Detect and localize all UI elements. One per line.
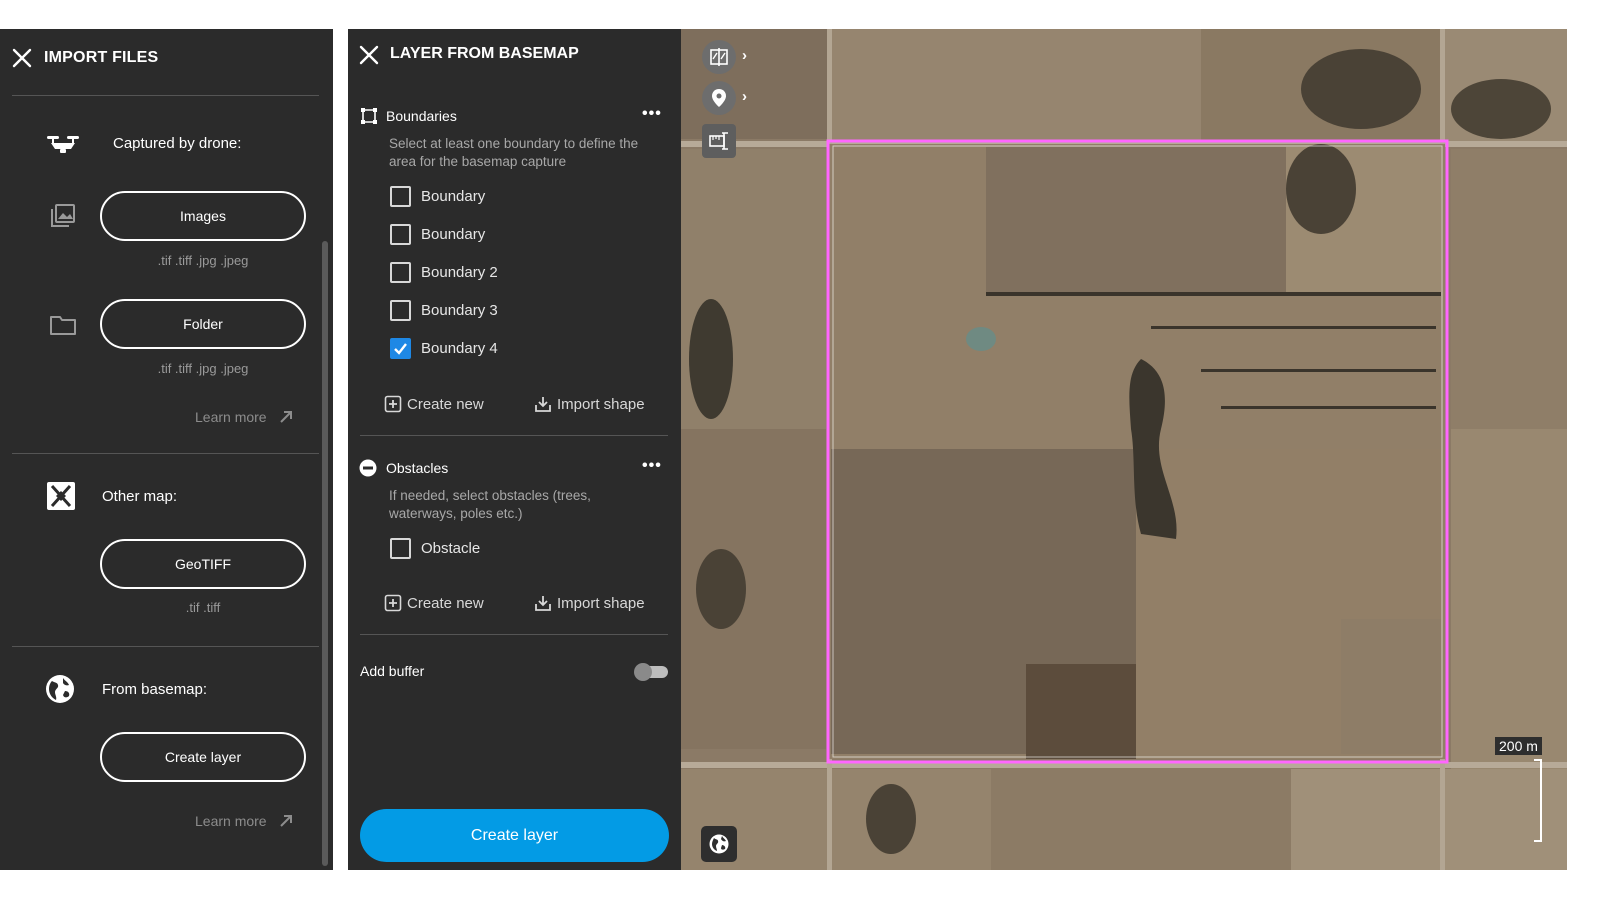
- boundary-checkbox-row[interactable]: Boundary 4: [390, 337, 498, 359]
- globe-icon: [46, 675, 74, 703]
- learn-more-label: Learn more: [195, 409, 267, 425]
- import-icon: [535, 596, 551, 611]
- chevron-right-icon[interactable]: ›: [742, 47, 747, 64]
- divider: [360, 634, 668, 635]
- checkbox[interactable]: [390, 537, 411, 559]
- from-basemap-label: From basemap:: [102, 681, 208, 698]
- add-box-icon: [384, 594, 402, 612]
- create-new-label: Create new: [407, 594, 484, 612]
- toggle-knob: [634, 663, 652, 681]
- add-buffer-label: Add buffer: [360, 663, 425, 679]
- add-box-icon: [384, 395, 402, 413]
- import-shape-boundary-button[interactable]: Import shape: [534, 395, 645, 413]
- drone-icon: [47, 136, 79, 153]
- boundary-checkbox-row[interactable]: Boundary: [390, 185, 485, 207]
- folder-extensions: .tif .tiff .jpg .jpeg: [157, 361, 249, 376]
- checkbox[interactable]: [390, 223, 411, 245]
- other-map-label: Other map:: [102, 488, 178, 505]
- divider: [12, 95, 319, 96]
- compare-view-button[interactable]: [702, 40, 736, 74]
- import-shape-label: Import shape: [557, 395, 645, 413]
- import-files-title: IMPORT FILES: [44, 49, 159, 66]
- import-icon: [535, 397, 551, 412]
- folder-icon: [50, 316, 76, 335]
- boundary-label: Boundary: [421, 225, 486, 243]
- boundaries-title: Boundaries: [386, 108, 457, 124]
- boundary-label: Boundary: [421, 187, 486, 205]
- boundaries-more-icon[interactable]: •••: [642, 105, 662, 123]
- globe-icon: [709, 834, 729, 854]
- images-icon: [51, 204, 75, 227]
- layer-from-basemap-panel: LAYER FROM BASEMAP Boundaries ••• Select…: [348, 29, 681, 870]
- map-scale-label: 200 m: [1495, 737, 1542, 755]
- images-extensions: .tif .tiff .jpg .jpeg: [157, 253, 249, 268]
- obstacle-label: Obstacle: [421, 539, 481, 557]
- other-map-icon: [47, 482, 75, 510]
- map-scale-bar: [1534, 759, 1542, 842]
- divider: [12, 646, 319, 647]
- checkmark-icon: [394, 342, 407, 355]
- boundary-checkbox-row[interactable]: Boundary 2: [390, 261, 498, 283]
- boundary-label: Boundary 4: [421, 339, 498, 357]
- create-layer-button[interactable]: Create layer: [100, 732, 306, 782]
- layer-from-basemap-title: LAYER FROM BASEMAP: [390, 45, 579, 62]
- create-new-boundary-button[interactable]: Create new: [384, 395, 484, 413]
- create-layer-primary-button[interactable]: Create layer: [360, 809, 669, 862]
- create-new-obstacle-button[interactable]: Create new: [384, 594, 484, 612]
- split-view-icon: [710, 48, 728, 66]
- map-pin-icon: [712, 89, 726, 107]
- obstacles-more-icon[interactable]: •••: [642, 457, 662, 475]
- location-button[interactable]: [702, 81, 736, 115]
- obstacle-checkbox-row[interactable]: Obstacle: [390, 537, 480, 559]
- obstacles-title: Obstacles: [386, 460, 449, 476]
- add-buffer-toggle[interactable]: [634, 663, 670, 681]
- geotiff-extensions: .tif .tiff: [185, 600, 221, 615]
- learn-more-label: Learn more: [195, 813, 267, 829]
- import-shape-label: Import shape: [557, 594, 645, 612]
- boundary-label: Boundary 2: [421, 263, 498, 281]
- close-icon[interactable]: [359, 45, 379, 65]
- learn-more-link[interactable]: Learn more: [195, 408, 295, 426]
- boundary-checkbox-row[interactable]: Boundary: [390, 223, 485, 245]
- close-icon[interactable]: [12, 48, 32, 68]
- boundaries-description: Select at least one boundary to define t…: [389, 136, 639, 169]
- import-files-panel: IMPORT FILES Captured by drone: Images .…: [0, 29, 333, 870]
- divider: [360, 435, 668, 436]
- scrollbar[interactable]: [322, 241, 328, 866]
- measure-tool-button[interactable]: [702, 124, 736, 158]
- geotiff-button[interactable]: GeoTIFF: [100, 539, 306, 589]
- drone-section-label: Captured by drone:: [113, 135, 242, 152]
- learn-more-link[interactable]: Learn more: [195, 812, 295, 830]
- folder-button[interactable]: Folder: [100, 299, 306, 349]
- external-link-icon: [279, 411, 292, 423]
- checkbox[interactable]: [390, 299, 411, 321]
- divider: [12, 453, 319, 454]
- checkbox-checked[interactable]: [390, 337, 411, 359]
- obstacles-description: If needed, select obstacles (trees, wate…: [389, 488, 591, 521]
- boundary-checkbox-row[interactable]: Boundary 3: [390, 299, 498, 321]
- checkbox[interactable]: [390, 185, 411, 207]
- import-shape-obstacle-button[interactable]: Import shape: [534, 594, 645, 612]
- basemap-toggle-button[interactable]: [701, 826, 737, 862]
- create-new-label: Create new: [407, 395, 484, 413]
- import-files-header: IMPORT FILES: [0, 29, 333, 95]
- boundary-outline[interactable]: [681, 29, 1567, 870]
- external-link-icon: [279, 815, 292, 827]
- satellite-map[interactable]: › › 200 m: [681, 29, 1567, 870]
- boundary-label: Boundary 3: [421, 301, 498, 319]
- boundary-polygon-icon: [361, 108, 377, 124]
- images-button[interactable]: Images: [100, 191, 306, 241]
- chevron-right-icon[interactable]: ›: [742, 88, 747, 105]
- ruler-icon: [709, 132, 728, 150]
- checkbox[interactable]: [390, 261, 411, 283]
- obstacle-icon: [359, 459, 377, 477]
